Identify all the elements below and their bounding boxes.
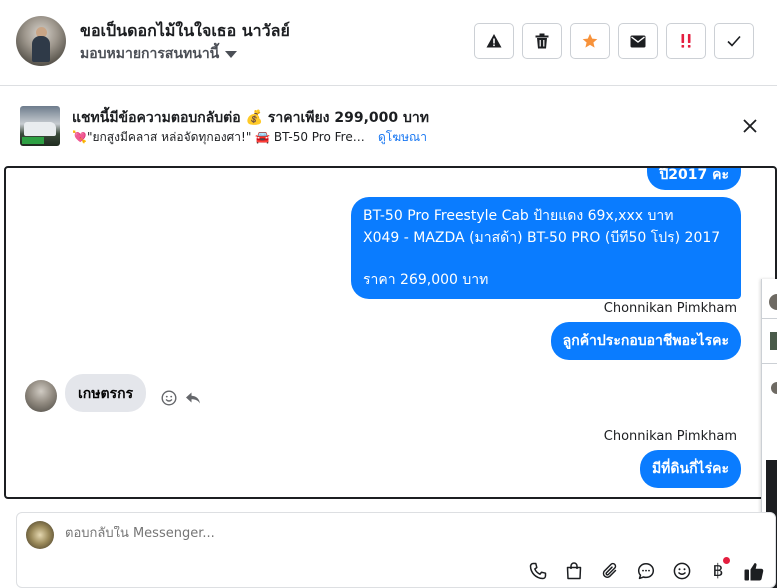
emoji-icon [673,562,691,580]
outgoing-message[interactable]: BT-50 Pro Freestyle Cab ป้ายแดง 69x,xxx … [351,197,741,299]
contact-avatar[interactable] [16,16,66,66]
mark-important-button[interactable] [666,23,706,59]
assign-conversation-dropdown[interactable]: มอบหมายการสนทนานี้ [80,43,238,65]
sender-name: Chonnikan Pimkham [603,429,737,444]
ad-title: แชทนี้มีข้อความตอบกลับต่อ 💰 ราคาเพียง 29… [72,110,430,126]
close-icon [743,119,757,133]
star-button[interactable] [570,23,610,59]
notification-dot [723,557,730,564]
message-line: X049 - MAZDA (มาสด้า) BT-50 PRO (บีที50 … [363,230,721,246]
message-tools [161,390,201,406]
call-button[interactable] [526,559,550,583]
sender-name: Chonnikan Pimkham [603,301,737,316]
reply-input[interactable] [65,526,665,541]
ad-subtitle-row: 💘"ยกสูงมีคลาส หล่อจัดทุกองศา!" 🚘 BT-50 P… [72,128,427,147]
page-avatar [26,521,54,549]
caret-down-icon [225,51,238,58]
ad-reply-banner: แชทนี้มีข้อความตอบกลับต่อ 💰 ราคาเพียง 29… [0,100,777,152]
outgoing-message[interactable]: ปี2017 คะ [647,168,741,190]
header-actions [474,23,754,59]
outgoing-message[interactable]: ลูกค้าประกอบอาชีพอะไรคะ [550,322,741,360]
star-icon [582,33,598,48]
mail-icon [630,35,646,47]
delete-button[interactable] [522,23,562,59]
like-button[interactable] [742,559,766,583]
baht-icon: ฿ [712,561,724,581]
trash-icon [535,33,549,49]
important-icon [681,34,691,48]
composer-toolbar: ฿ [526,557,766,583]
ad-thumbnail[interactable] [20,106,60,146]
assign-label: มอบหมายการสนทนานี้ [80,46,220,62]
ad-subtitle: 💘"ยกสูงมีคลาส หล่อจัดทุกองศา!" 🚘 BT-50 P… [72,130,372,144]
shop-button[interactable] [562,559,586,583]
view-ad-link[interactable]: ดูโฆษณา [378,128,427,147]
contact-avatar-small[interactable] [25,380,57,412]
phone-icon [529,562,547,580]
avatar [769,294,777,310]
mark-done-button[interactable] [714,23,754,59]
message-line: ราคา 269,000 บาท [363,272,489,288]
chat-bubble-icon [637,563,655,580]
reply-composer: ฿ [16,512,776,588]
emoji-button[interactable] [670,559,694,583]
payment-button[interactable]: ฿ [706,557,730,583]
thumbs-up-icon [744,562,764,580]
shopping-bag-icon [566,562,582,580]
report-spam-button[interactable] [474,23,514,59]
avatar [771,382,777,394]
contact-name[interactable]: ขอเป็นดอกไม้ในใจเธอ นาวัลย์ [80,19,290,44]
thumbnail [770,332,777,350]
attach-button[interactable] [598,559,622,583]
react-emoji-icon[interactable] [161,390,177,406]
reply-icon[interactable] [185,391,201,405]
message-thread[interactable]: ปี2017 คะ BT-50 Pro Freestyle Cab ป้ายแด… [4,166,777,499]
conversation-header: ขอเป็นดอกไม้ในใจเธอ นาวัลย์ มอบหมายการสน… [0,0,777,86]
saved-replies-button[interactable] [634,559,658,583]
mark-unread-button[interactable] [618,23,658,59]
check-icon [727,35,741,47]
outgoing-message[interactable]: มีที่ดินกี่ไร่คะ [639,450,741,488]
paperclip-icon [602,562,617,578]
warning-icon [486,34,502,48]
message-line: BT-50 Pro Freestyle Cab ป้ายแดง 69x,xxx … [363,208,674,224]
incoming-message[interactable]: เกษตรกร [65,374,147,412]
close-ad-button[interactable] [740,116,760,136]
